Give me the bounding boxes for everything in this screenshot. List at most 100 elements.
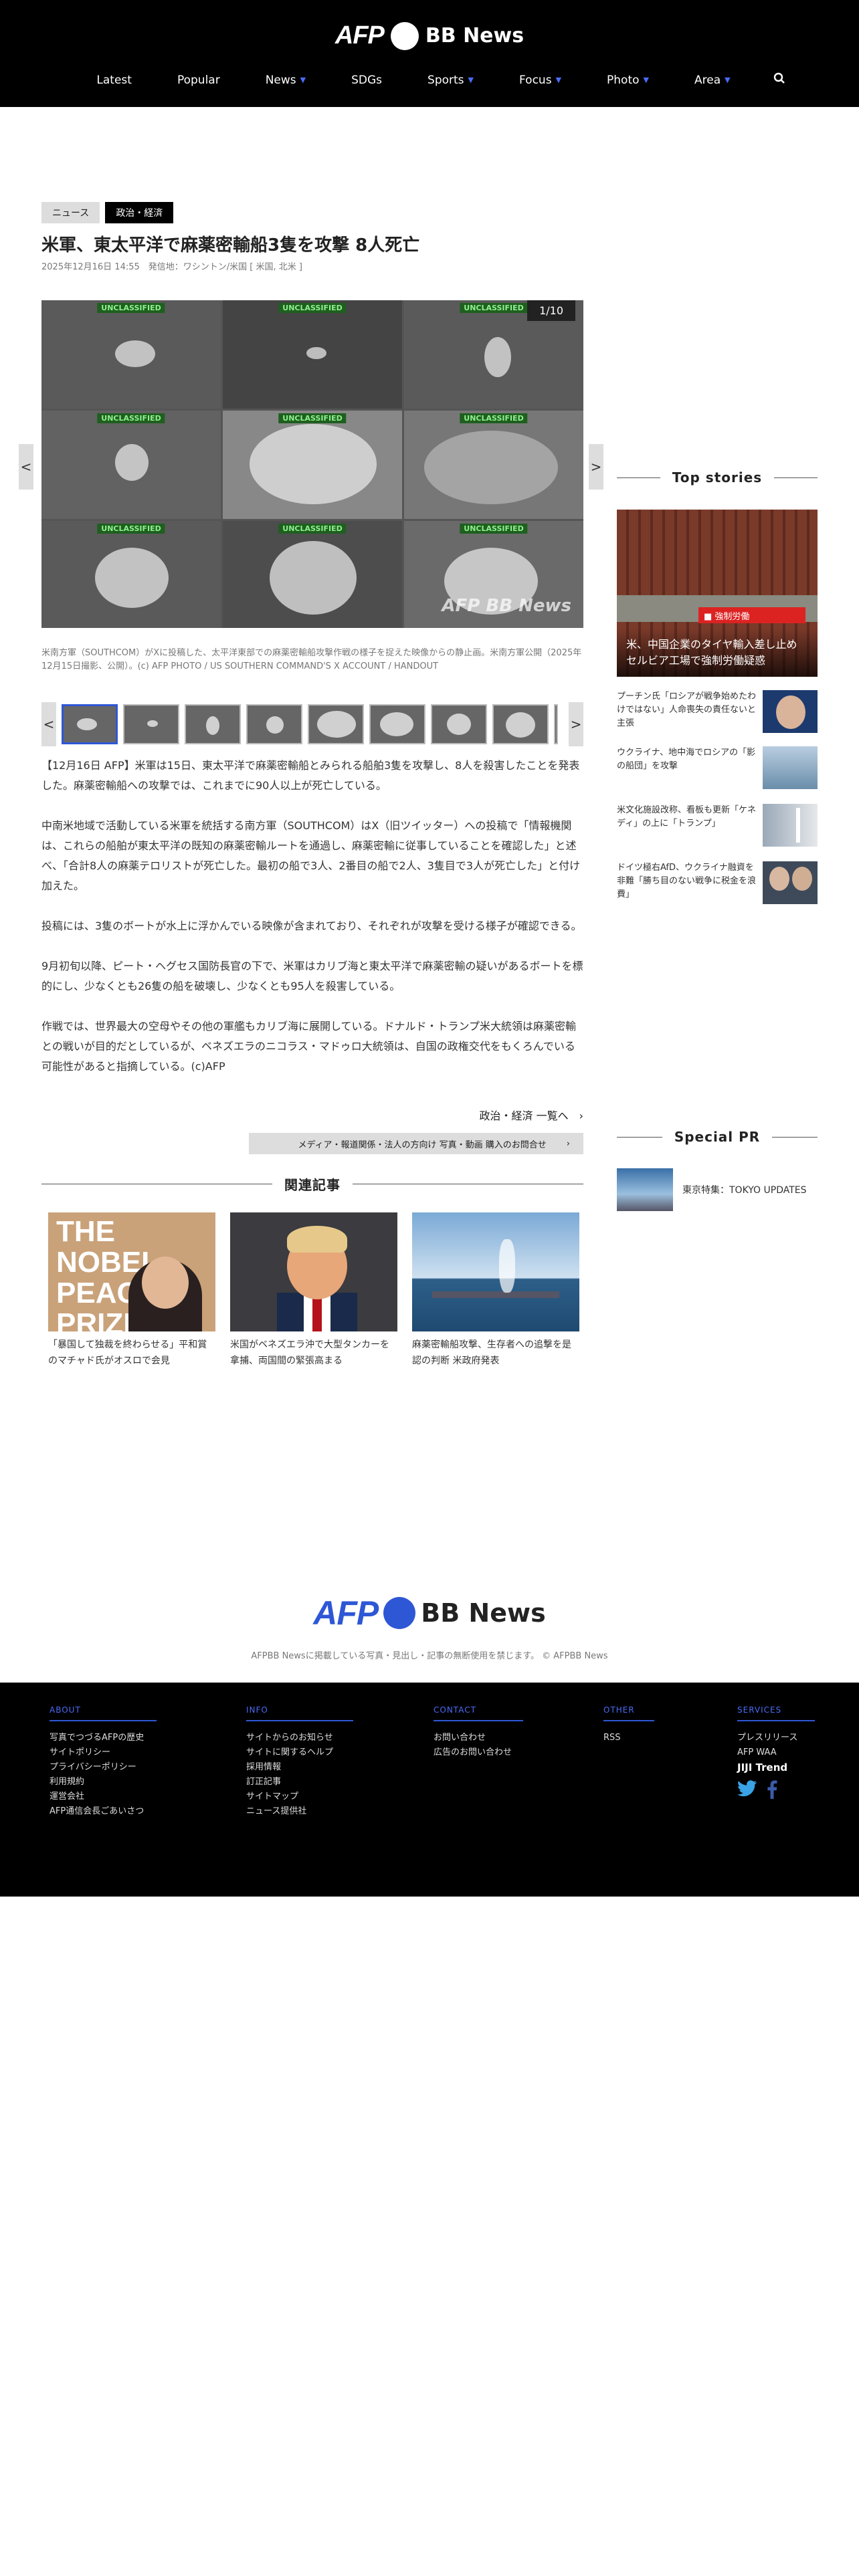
footer-link[interactable]: 採用情報	[246, 1760, 353, 1775]
footer-col-about: ABOUT 写真でつづるAFPの歴史 サイトポリシー プライバシーポリシー 利用…	[50, 1705, 157, 1819]
article-meta: 2025年12月16日 14:55 発信地：ワシントン/米国 [ 米国, 北米 …	[41, 262, 302, 272]
nav-news[interactable]: News ▼	[243, 72, 328, 88]
chevron-down-icon: ▼	[555, 76, 562, 84]
logo-bbnews-text: BB News	[425, 24, 524, 47]
footer-link[interactable]: サイトポリシー	[50, 1745, 157, 1760]
thumbnail[interactable]	[431, 704, 487, 744]
thumbnail[interactable]	[123, 704, 179, 744]
photo-caption: 米南方軍（SOUTHCOM）がXに投稿した、太平洋東部での麻薬密輸船攻撃作戦の様…	[41, 648, 582, 671]
chevron-down-icon: ▼	[643, 76, 649, 84]
gallery-frame: UNCLASSIFIED	[223, 300, 402, 409]
special-pr-heading: Special PR	[617, 1129, 818, 1145]
footer-link[interactable]: サイトマップ	[246, 1790, 353, 1804]
logo-dot	[390, 21, 419, 50]
top-stories-heading: Top stories	[617, 469, 818, 486]
footer-link[interactable]: サイトからのお知らせ	[246, 1731, 353, 1745]
thumbnail[interactable]	[185, 704, 241, 744]
footer-col-info: INFO サイトからのお知らせ サイトに関するヘルプ 採用情報 訂正記事 サイト…	[246, 1705, 353, 1819]
related-heading: 関連記事	[41, 1174, 583, 1194]
gallery-next-button[interactable]: >	[589, 444, 603, 490]
thumbnail[interactable]	[62, 704, 118, 744]
chevron-down-icon: ▼	[300, 76, 306, 84]
footer-link[interactable]: JIJI Trend	[737, 1760, 815, 1775]
top-story-item[interactable]: ドイツ極右AfD、ウクライナ融資を非難「勝ち目のない戦争に税金を浪費」	[617, 861, 818, 904]
footer-link[interactable]: お問い合わせ	[434, 1731, 523, 1745]
footer-col-contact: CONTACT お問い合わせ 広告のお問い合わせ	[434, 1705, 523, 1760]
special-pr-item[interactable]: 東京特集：TOKYO UPDATES	[617, 1168, 807, 1211]
gallery-prev-button[interactable]: <	[19, 444, 33, 490]
top-story-thumb	[763, 861, 818, 904]
twitter-icon[interactable]	[737, 1780, 757, 1804]
footer-link[interactable]: 利用規約	[50, 1775, 157, 1790]
copyright-note: AFPBB Newsに掲載している写真・見出し・記事の無断使用を禁じます。 © …	[251, 1651, 608, 1661]
top-story-main[interactable]: ■ 強制労働 米、中国企業のタイヤ輸入差し止め セルビア工場で強制労働疑惑	[617, 510, 818, 677]
gallery-frame: UNCLASSIFIED	[41, 411, 221, 519]
thumbnail[interactable]	[308, 704, 364, 744]
tag-news[interactable]: ニュース	[41, 202, 100, 223]
footer-link[interactable]: 広告のお問い合わせ	[434, 1745, 523, 1760]
tag-politics-economy[interactable]: 政治・経済	[105, 202, 174, 223]
footer-link[interactable]: AFP WAA	[737, 1745, 815, 1760]
thumbs-next-button[interactable]: >	[569, 702, 583, 746]
thumbnail-strip: < >	[41, 702, 583, 746]
top-story-item[interactable]: 米文化施設改称、看板も更新「ケネディ」の上に「トランプ」	[617, 804, 818, 847]
top-story-item[interactable]: ウクライナ、地中海でロシアの「影の船団」を攻撃	[617, 746, 818, 789]
article-paragraph: 投稿には、3隻のボートが水上に浮かんでいる映像が含まれており、それぞれが攻撃を受…	[41, 920, 582, 932]
related-card[interactable]: 米国がベネズエラ沖で大型タンカーを拿捕、両国間の緊張高まる	[230, 1212, 397, 1369]
footer-col-services: SERVICES プレスリリース AFP WAA JIJI Trend	[737, 1705, 815, 1804]
related-image	[230, 1212, 397, 1331]
footer-link[interactable]: プライバシーポリシー	[50, 1760, 157, 1775]
footer-link[interactable]: ニュース提供社	[246, 1804, 353, 1819]
site-footer: ABOUT 写真でつづるAFPの歴史 サイトポリシー プライバシーポリシー 利用…	[0, 1683, 859, 1897]
footer-link[interactable]: AFP通信会長ごあいさつ	[50, 1804, 157, 1819]
logo-afp-text: AFP	[335, 21, 385, 49]
media-contact-bar[interactable]: メディア・報道関係・法人の方向け 写真・動画 購入のお問合せ ›	[249, 1133, 583, 1154]
footer-link[interactable]: 運営会社	[50, 1790, 157, 1804]
top-story-thumb	[763, 804, 818, 847]
facebook-icon[interactable]	[767, 1780, 777, 1804]
footer-logo[interactable]: AFP BB News	[0, 1594, 859, 1632]
main-nav: Latest Popular News ▼ SDGs Sports ▼ Focus ▼…	[0, 72, 859, 88]
article-title: 米軍、東太平洋で麻薬密輸船3隻を攻撃 8人死亡	[41, 235, 420, 255]
nav-sports[interactable]: Sports ▼	[405, 72, 496, 88]
nav-photo[interactable]: Photo ▼	[584, 72, 672, 88]
gallery-frame: UNCLASSIFIED	[404, 411, 583, 519]
footer-link[interactable]: RSS	[603, 1731, 654, 1745]
article-paragraph: 【12月16日 AFP】米軍は15日、東太平洋で麻薬密輸船とみられる船舶3隻を攻…	[41, 759, 580, 792]
article-paragraph: 9月初旬以降、ピート・ヘグセス国防長官の下で、米軍はカリブ海と東太平洋で麻薬密輸…	[41, 960, 583, 992]
footer-link[interactable]: 写真でつづるAFPの歴史	[50, 1731, 157, 1745]
gallery-frame: UNCLASSIFIED	[41, 300, 221, 409]
footer-link[interactable]: サイトに関するヘルプ	[246, 1745, 353, 1760]
footer-link[interactable]: プレスリリース	[737, 1731, 815, 1745]
article-tags: ニュース 政治・経済	[41, 202, 174, 223]
thumbs-prev-button[interactable]: <	[41, 702, 56, 746]
nav-popular[interactable]: Popular	[155, 72, 243, 88]
article-paragraph: 作戦では、世界最大の空母やその他の軍艦もカリブ海に展開している。ドナルド・トラン…	[41, 1020, 577, 1073]
related-card[interactable]: 麻薬密輸船攻撃、生存者への追撃を是認の判断 米政府発表	[412, 1212, 579, 1369]
thumbnail[interactable]	[246, 704, 302, 744]
gallery-watermark: AFP BB News	[442, 596, 571, 616]
category-more-link[interactable]: 政治・経済 一覧へ ›	[479, 1107, 583, 1123]
search-icon[interactable]	[753, 72, 785, 88]
pr-thumb	[617, 1168, 673, 1211]
thumbnail[interactable]	[369, 704, 425, 744]
top-story-item[interactable]: プーチン氏「ロシアが戦争始めたわけではない」人命喪失の責任ないと主張	[617, 690, 818, 733]
thumbnail-partial[interactable]	[554, 704, 558, 744]
chevron-down-icon: ▼	[725, 76, 731, 84]
footer-link[interactable]: 訂正記事	[246, 1775, 353, 1790]
gallery-counter: 1/10	[527, 300, 575, 321]
related-image: THE NOBEL PEACE PRIZE	[48, 1212, 215, 1331]
article-paragraph: 中南米地域で活動している米軍を統括する南方軍（SOUTHCOM）はX（旧ツイッタ…	[41, 819, 581, 892]
nav-focus[interactable]: Focus ▼	[496, 72, 584, 88]
nav-latest[interactable]: Latest	[74, 72, 155, 88]
logo-dot	[383, 1597, 416, 1629]
chevron-right-icon: ›	[579, 1109, 583, 1122]
related-articles: THE NOBEL PEACE PRIZE 「暴国して独裁を終わらせる」平和賞の…	[48, 1212, 579, 1369]
thumbnail[interactable]	[492, 704, 549, 744]
site-logo[interactable]: AFP BB News	[0, 21, 859, 50]
related-card[interactable]: THE NOBEL PEACE PRIZE 「暴国して独裁を終わらせる」平和賞の…	[48, 1212, 215, 1369]
photo-gallery[interactable]: UNCLASSIFIED UNCLASSIFIED UNCLASSIFIED U…	[41, 300, 583, 628]
nav-area[interactable]: Area ▼	[672, 72, 753, 88]
nav-sdgs[interactable]: SDGs	[328, 72, 405, 88]
chevron-down-icon: ▼	[468, 76, 474, 84]
